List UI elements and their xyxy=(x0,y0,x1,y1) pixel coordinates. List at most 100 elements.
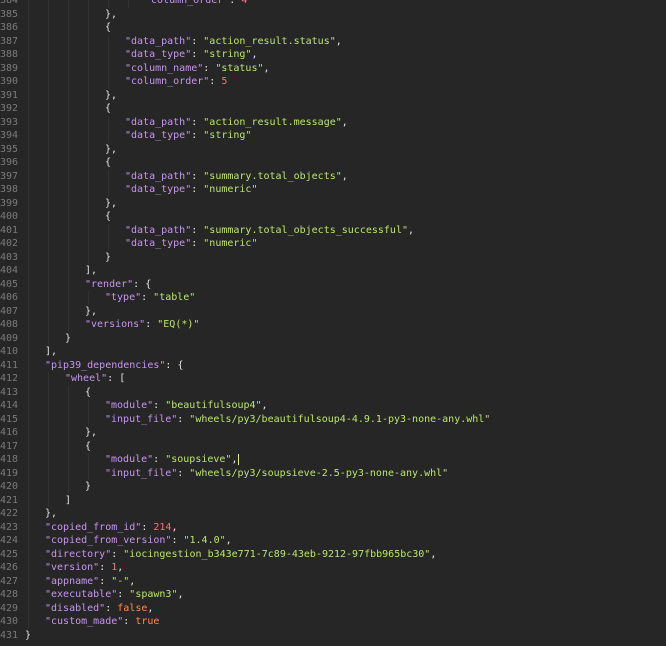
json-key: "data_path" xyxy=(125,35,192,47)
code-line[interactable]: 393 "data_path": "action_result.message", xyxy=(0,115,666,129)
json-key: "module" xyxy=(105,454,154,465)
code-line[interactable]: 384 "column_order": 4 xyxy=(0,0,666,8)
code-line[interactable]: 398 "data_type": "numeric" xyxy=(0,183,666,197)
code-line[interactable]: 426 "version": 1, xyxy=(0,561,666,575)
line-number: 429 xyxy=(0,602,19,614)
code-line[interactable]: 407}, xyxy=(0,304,666,318)
line-number: 421 xyxy=(0,494,19,506)
indent-guide xyxy=(48,331,49,345)
code-line[interactable]: 424 "copied_from_version": "1.4.0", xyxy=(0,534,666,548)
indent-guide xyxy=(88,237,89,251)
indent-guide xyxy=(28,304,29,318)
code-line[interactable]: 415 "input_file": "wheels/py3/beautifulso… xyxy=(0,412,666,426)
code-text: "custom_made": true xyxy=(25,616,159,627)
json-string: "summary.total_objects" xyxy=(203,170,342,182)
json-key: "version" xyxy=(45,562,100,573)
code-line[interactable]: 390 "column_order": 5 xyxy=(0,75,666,89)
json-punctuation: , xyxy=(129,575,136,587)
code-line[interactable]: 400 { xyxy=(0,210,666,224)
indent-guide xyxy=(108,183,109,197)
code-line[interactable]: 403} xyxy=(0,250,666,264)
json-punctuation: { xyxy=(85,440,92,452)
json-punctuation: : xyxy=(141,521,154,533)
indent-guide xyxy=(108,237,109,251)
code-line[interactable]: 429 "disabled": false, xyxy=(0,601,666,615)
code-line[interactable]: 409} xyxy=(0,331,666,345)
code-line[interactable]: 427 "appname": "-", xyxy=(0,574,666,588)
indent-guide xyxy=(68,250,69,264)
code-line[interactable]: 404], xyxy=(0,264,666,278)
indent-guide xyxy=(28,345,29,359)
line-number: 390 xyxy=(0,76,19,87)
json-punctuation: { xyxy=(105,103,112,114)
code-line[interactable]: 401 "data_path": "summary.total_objects_s… xyxy=(0,223,666,237)
json-key: "data_path" xyxy=(125,224,192,236)
code-line[interactable]: 416}, xyxy=(0,426,666,440)
code-line[interactable]: 399}, xyxy=(0,196,666,210)
code-line[interactable]: 428 "executable": "spawn3", xyxy=(0,588,666,602)
json-string: "action_result.status" xyxy=(203,35,336,47)
indent-guide xyxy=(108,75,109,89)
code-line[interactable]: 394 "data_type": "string" xyxy=(0,129,666,143)
code-line[interactable]: 386 { xyxy=(0,21,666,35)
indent-guide xyxy=(28,520,29,534)
indent-guide xyxy=(48,129,49,143)
code-text: "pip39_dependencies": { xyxy=(25,360,183,371)
json-string: "table" xyxy=(153,292,196,303)
json-punctuation: : xyxy=(191,130,204,141)
indent-guide xyxy=(88,75,89,89)
code-line[interactable]: 395}, xyxy=(0,142,666,156)
code-line[interactable]: 392 { xyxy=(0,102,666,116)
code-line[interactable]: 422}, xyxy=(0,507,666,521)
code-lines[interactable]: 384 "column_order": 4 385}, 386{387 "data_pa… xyxy=(0,0,666,642)
code-line[interactable]: 405 "render": { xyxy=(0,277,666,291)
indent-guide xyxy=(108,61,109,75)
indent-guide xyxy=(28,21,29,35)
code-line[interactable]: 387 "data_path": "action_result.status", xyxy=(0,34,666,48)
code-line[interactable]: 389 "column_name": "status", xyxy=(0,61,666,75)
json-punctuation: : xyxy=(177,413,190,425)
indent-guide xyxy=(48,250,49,264)
indent-guide xyxy=(48,412,49,426)
code-line[interactable]: 414 "module": "beautifulsoup4", xyxy=(0,399,666,413)
json-punctuation: : xyxy=(191,170,204,182)
indent-guide xyxy=(28,223,29,237)
code-line[interactable]: 402 "data_type": "numeric" xyxy=(0,237,666,251)
code-line[interactable]: 385}, xyxy=(0,7,666,21)
code-line[interactable]: 417 { xyxy=(0,439,666,453)
code-text: "copied_from_id": 214, xyxy=(25,522,177,533)
code-text: "data_path": "summary.total_objects_succ… xyxy=(25,225,414,236)
code-line[interactable]: 425 "directory": "iocingestion_b343e771-7… xyxy=(0,547,666,561)
code-line[interactable]: 396 { xyxy=(0,156,666,170)
code-line[interactable]: 420} xyxy=(0,480,666,494)
indent-guide xyxy=(48,304,49,318)
line-number: 430 xyxy=(0,616,19,627)
code-line[interactable]: 391}, xyxy=(0,88,666,102)
code-line[interactable]: 412 "wheel": [ xyxy=(0,372,666,386)
json-key: "input_file" xyxy=(105,467,178,479)
code-line[interactable]: 418 "module": "soupsieve", xyxy=(0,453,666,467)
code-line[interactable]: 408 "versions": "EQ(*)" xyxy=(0,318,666,332)
indent-guide xyxy=(28,88,29,102)
indent-guide xyxy=(68,75,69,89)
code-text: }, xyxy=(25,508,57,519)
code-line[interactable]: 413 { xyxy=(0,385,666,399)
indent-guide xyxy=(48,318,49,332)
code-editor[interactable]: 384 "column_order": 4 385}, 386{387 "data_pa… xyxy=(0,0,666,646)
indent-guide xyxy=(28,547,29,561)
json-punctuation: } xyxy=(65,332,72,344)
code-line[interactable]: 411 "pip39_dependencies": { xyxy=(0,358,666,372)
code-line[interactable]: 406 "type": "table" xyxy=(0,291,666,305)
code-text: }, xyxy=(25,198,117,209)
code-line[interactable]: 419 "input_file": "wheels/py3/soupsieve-2… xyxy=(0,466,666,480)
code-line[interactable]: 388 "data_type": "string", xyxy=(0,48,666,62)
indent-guide xyxy=(68,304,69,318)
json-punctuation: : xyxy=(171,535,184,546)
code-line[interactable]: 431} xyxy=(0,629,666,643)
code-line[interactable]: 430 "custom_made": true xyxy=(0,615,666,629)
code-line[interactable]: 421] xyxy=(0,493,666,507)
indent-guide xyxy=(88,210,89,224)
code-line[interactable]: 410], xyxy=(0,345,666,359)
code-line[interactable]: 423 "copied_from_id": 214, xyxy=(0,520,666,534)
code-line[interactable]: 397 "data_path": "summary.total_objects", xyxy=(0,169,666,183)
